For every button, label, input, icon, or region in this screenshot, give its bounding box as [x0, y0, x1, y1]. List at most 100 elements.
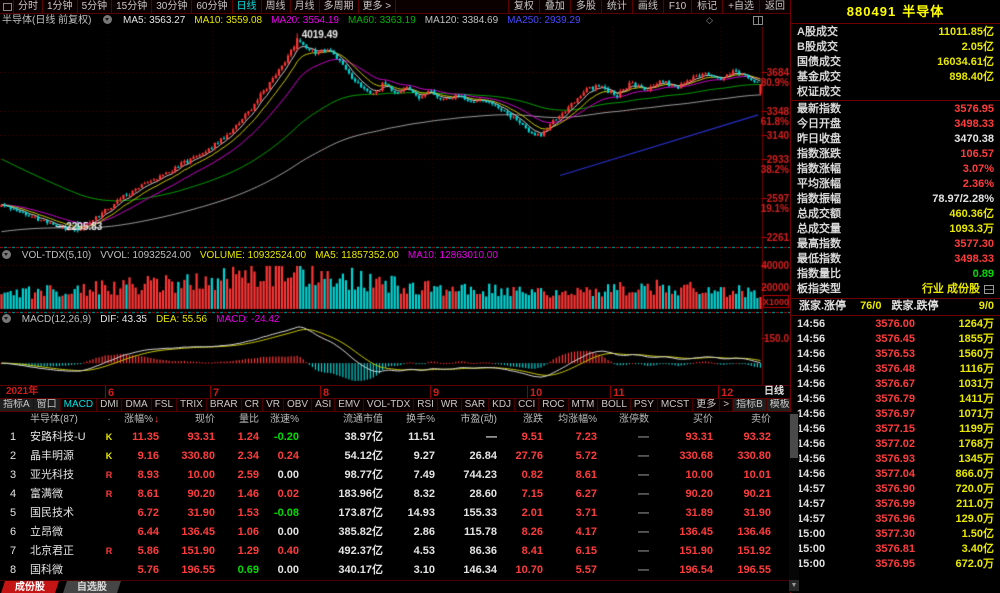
indicator-tab-28[interactable]: 模板 — [767, 399, 790, 411]
scrollbar-thumb[interactable] — [790, 414, 798, 458]
column-header-14[interactable]: 买价 — [656, 412, 720, 428]
period-tab-7[interactable]: 日线 — [233, 0, 262, 13]
indicator-tab-5[interactable]: DMA — [122, 399, 151, 411]
tab-constituents[interactable]: 成份股 — [1, 581, 59, 593]
indicator-tab-8[interactable]: BRAR — [207, 399, 242, 411]
period-tab-4[interactable]: 15分钟 — [112, 0, 152, 13]
stock-name: 国民技术 — [26, 504, 102, 523]
window-layout-icon[interactable] — [0, 0, 14, 13]
collapse-icon[interactable] — [2, 250, 11, 259]
period-tab-5[interactable]: 30分钟 — [152, 0, 192, 13]
indicator-tab-20[interactable]: ROC — [539, 399, 568, 411]
collapse-icon[interactable] — [2, 314, 11, 323]
table-row-6[interactable]: 6立昂微6.44136.451.060.00385.82亿2.86115.788… — [0, 523, 788, 542]
symbol-header: 880491半导体 — [791, 0, 1000, 24]
indicator-tab-1[interactable]: 指标A — [0, 399, 34, 411]
indicator-tab-24[interactable]: MCST — [658, 399, 693, 411]
table-row-1[interactable]: 1安路科技-UK11.3593.311.24-0.2038.97亿11.51—9… — [0, 428, 788, 447]
toolbar-action-7[interactable]: 标记 — [691, 0, 722, 13]
period-tab-1[interactable]: 分时 — [14, 0, 43, 13]
indicator-tab-10[interactable]: VR — [263, 399, 284, 411]
period-tab-6[interactable]: 60分钟 — [192, 0, 232, 13]
indicator-tab-27[interactable]: 指标B — [733, 399, 767, 411]
column-header-12[interactable]: 均涨幅% — [550, 412, 604, 428]
column-header-9[interactable]: 换手% — [390, 412, 442, 428]
indicator-tab-26[interactable]: > — [720, 399, 733, 411]
period-tab-11[interactable]: 更多 > — [359, 0, 397, 13]
column-header-1[interactable] — [0, 412, 26, 428]
macd-legend-seg-2: DIF: 43.35 — [100, 314, 147, 325]
period-tab-2[interactable]: 1分钟 — [43, 0, 78, 13]
tick-list: 14:563576.001264万14:563576.451855万14:563… — [791, 317, 1000, 572]
toolbar-action-5[interactable]: 画线 — [632, 0, 663, 13]
indicator-tab-15[interactable]: RSI — [414, 399, 438, 411]
x-axis-label-1: 2021年 — [6, 386, 38, 398]
chart-title: 半导体(日线 前复权) — [2, 15, 91, 26]
indicator-tab-22[interactable]: BOLL — [598, 399, 631, 411]
table-scrollbar[interactable]: ▼ — [789, 412, 799, 592]
indicator-tab-13[interactable]: EMV — [335, 399, 364, 411]
indicator-tab-14[interactable]: VOL-TDX — [364, 399, 414, 411]
board-type-icon[interactable] — [984, 285, 994, 294]
toolbar-action-4[interactable]: 统计 — [601, 0, 632, 13]
indicator-tab-17[interactable]: SAR — [462, 399, 490, 411]
toolbar-action-3[interactable]: 多股 — [570, 0, 601, 13]
tick-row-12: 14:573576.90720.0万 — [791, 482, 1000, 497]
table-row-7[interactable]: 7北京君正R5.86151.901.290.40492.37亿4.5386.36… — [0, 542, 788, 561]
tick-row-15: 15:003577.301.50亿 — [791, 527, 1000, 542]
toolbar-action-6[interactable]: F10 — [663, 0, 691, 13]
indicator-tab-7[interactable]: TRIX — [177, 399, 207, 411]
column-header-4[interactable]: 涨幅%↓ — [116, 412, 166, 428]
column-header-5[interactable]: 现价 — [166, 412, 222, 428]
index-row-2: 今日开盘3498.33 — [791, 117, 1000, 132]
vol-legend-seg-2: VVOL: 10932524.00 — [100, 250, 191, 261]
column-header-2[interactable]: 半导体(87) — [26, 412, 102, 428]
indicator-tab-21[interactable]: MTM — [569, 399, 599, 411]
indicator-tab-18[interactable]: KDJ — [489, 399, 515, 411]
table-row-3[interactable]: 3亚光科技R8.9310.002.590.0098.77亿7.49744.230… — [0, 466, 788, 485]
diamond-icon[interactable]: ◇ — [706, 15, 713, 26]
column-header-15[interactable]: 卖价 — [720, 412, 778, 428]
period-tab-8[interactable]: 周线 — [262, 0, 291, 13]
indicator-tab-23[interactable]: PSY — [631, 399, 658, 411]
toolbar-action-2[interactable]: 叠加 — [539, 0, 570, 13]
ma-value-3: MA20: 3554.19 — [271, 15, 339, 26]
indicator-tab-4[interactable]: DMI — [97, 399, 122, 411]
tab-watchlist[interactable]: 自选股 — [63, 581, 121, 593]
indicator-tab-16[interactable]: WR — [438, 399, 462, 411]
collapse-icon[interactable] — [103, 15, 112, 24]
scrollbar-down-icon[interactable]: ▼ — [789, 580, 799, 591]
table-row-5[interactable]: 5国民技术6.7231.901.53-0.08173.87亿14.93155.3… — [0, 504, 788, 523]
column-header-6[interactable]: 量比 — [222, 412, 266, 428]
period-tab-3[interactable]: 5分钟 — [78, 0, 113, 13]
column-header-13[interactable]: 涨停数 — [604, 412, 656, 428]
indicator-tab-25[interactable]: 更多 — [693, 399, 720, 411]
column-header-10[interactable]: 市盈(动) — [442, 412, 504, 428]
indicator-tab-9[interactable]: CR — [242, 399, 263, 411]
toolbar-action-8[interactable]: +自选 — [722, 0, 759, 13]
indicator-tab-12[interactable]: ASI — [312, 399, 335, 411]
indicator-tab-11[interactable]: OBV — [284, 399, 312, 411]
column-header-3[interactable]: · — [102, 412, 116, 428]
index-row-8: 总成交额460.36亿 — [791, 207, 1000, 222]
split-screen-icon[interactable] — [753, 16, 763, 25]
table-row-4[interactable]: 4富满微R8.6190.201.460.02183.96亿8.3228.607.… — [0, 485, 788, 504]
table-row-2[interactable]: 2晶丰明源K9.16330.802.340.2454.12亿9.2726.842… — [0, 447, 788, 466]
indicator-tab-6[interactable]: FSL — [152, 399, 177, 411]
toolbar-action-1[interactable]: 复权 — [508, 0, 539, 13]
indicator-tab-19[interactable]: CCI — [515, 399, 539, 411]
macd-legend: MACD(12,26,9)DIF: 43.35DEA: 55.56MACD: -… — [2, 313, 288, 326]
market-row-3: 国债成交16034.61亿 — [791, 55, 1000, 70]
chart-canvas[interactable] — [0, 27, 790, 385]
indicator-tab-3[interactable]: MACD — [61, 399, 97, 411]
column-header-8[interactable]: 流通市值 — [306, 412, 390, 428]
ma-value-4: MA60: 3363.19 — [348, 15, 416, 26]
column-header-11[interactable]: 涨跌 — [504, 412, 550, 428]
period-tab-9[interactable]: 月线 — [291, 0, 320, 13]
column-header-7[interactable]: 涨速% — [266, 412, 306, 428]
market-row-1: A股成交11011.85亿 — [791, 25, 1000, 40]
indicator-tab-2[interactable]: 窗口 — [34, 399, 61, 411]
toolbar-action-9[interactable]: 返回 — [759, 0, 790, 13]
period-tab-10[interactable]: 多周期 — [320, 0, 359, 13]
table-row-8[interactable]: 8国科微5.76196.550.690.00340.17亿3.10146.341… — [0, 561, 788, 580]
